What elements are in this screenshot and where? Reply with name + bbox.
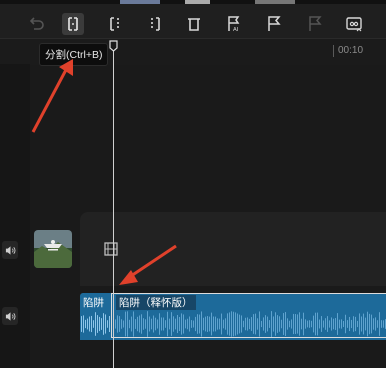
track-cover-thumbnail[interactable] [34, 230, 72, 268]
flag-icon [268, 16, 281, 31]
split-left-button[interactable] [104, 13, 126, 35]
waveform-bar [91, 315, 92, 333]
undo-icon [29, 17, 44, 30]
split-left-icon [110, 17, 119, 31]
speaker-icon [5, 311, 15, 321]
undo-button[interactable] [25, 13, 47, 35]
audio-track-mute-button[interactable] [2, 307, 18, 325]
film-strip-icon [104, 242, 118, 256]
track-header-panel [0, 64, 30, 368]
waveform-bar [109, 316, 110, 332]
flag-button[interactable] [263, 13, 285, 35]
speaker-icon [5, 245, 15, 255]
ruler-tick [333, 45, 334, 57]
audio-clip-label: 陷阱（释怀版） [116, 295, 196, 310]
marker-ai-icon: AI [228, 16, 240, 33]
waveform-bar [85, 319, 86, 329]
split-tooltip: 分割(Ctrl+B) [39, 43, 109, 66]
audio-separate-icon [346, 17, 362, 32]
cover-image [34, 230, 72, 268]
waveform-bar [95, 312, 96, 336]
marker-ai-button[interactable]: AI [223, 13, 245, 35]
waveform-bar [101, 318, 102, 330]
delete-button[interactable] [183, 13, 205, 35]
waveform-bar [89, 316, 90, 332]
audio-clip-label: 陷阱 [83, 297, 104, 309]
flag-disabled-icon [309, 16, 322, 31]
waveform-bar [107, 320, 108, 328]
split-icon [68, 17, 78, 31]
waveform-bar [97, 315, 98, 333]
playhead-line[interactable] [113, 50, 114, 368]
waveform-bar [93, 320, 94, 328]
delete-icon [188, 18, 200, 31]
split-right-icon [151, 17, 160, 31]
playhead-handle[interactable] [109, 40, 118, 52]
waveform-bar [99, 316, 100, 332]
split-right-button[interactable] [144, 13, 166, 35]
waveform-bar [105, 314, 106, 334]
timeline-toolbar: AI [0, 4, 386, 38]
audio-separate-button[interactable] [343, 13, 365, 35]
video-track-area[interactable] [80, 212, 386, 286]
annotation-arrow [31, 59, 73, 133]
waveform-bar [81, 316, 82, 332]
video-track-mute-button[interactable] [2, 241, 18, 259]
waveform-bar [103, 313, 104, 335]
svg-text:AI: AI [233, 27, 239, 33]
ruler-time-label: 00:10 [338, 45, 364, 56]
waveform-bar [83, 315, 84, 333]
split-button[interactable] [62, 13, 84, 35]
flag-disabled-button[interactable] [304, 13, 326, 35]
waveform-bar [87, 318, 88, 330]
